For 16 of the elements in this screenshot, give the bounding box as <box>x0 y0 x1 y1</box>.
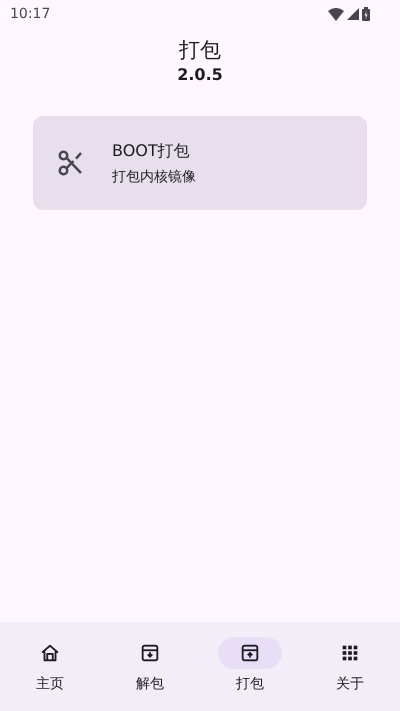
card-subtitle: 打包内核镜像 <box>112 168 196 186</box>
nav-item[interactable]: 关于 <box>300 622 400 711</box>
nav-item[interactable]: 解包 <box>100 622 200 711</box>
action-card[interactable]: BOOT打包 打包内核镜像 <box>33 116 367 210</box>
signal-icon <box>347 8 359 20</box>
home-icon <box>39 642 61 664</box>
archive-icon <box>239 642 261 664</box>
page-title: 打包 <box>179 37 221 64</box>
wifi-icon <box>328 8 344 20</box>
version-label: 2.0.5 <box>177 64 223 86</box>
nav-item[interactable]: 主页 <box>0 622 100 711</box>
archive-icon <box>139 642 161 664</box>
battery-icon <box>362 7 370 21</box>
nav-item[interactable]: 打包 <box>200 622 300 711</box>
card-title: BOOT打包 <box>112 140 191 162</box>
status-time: 10:17 <box>10 6 50 22</box>
